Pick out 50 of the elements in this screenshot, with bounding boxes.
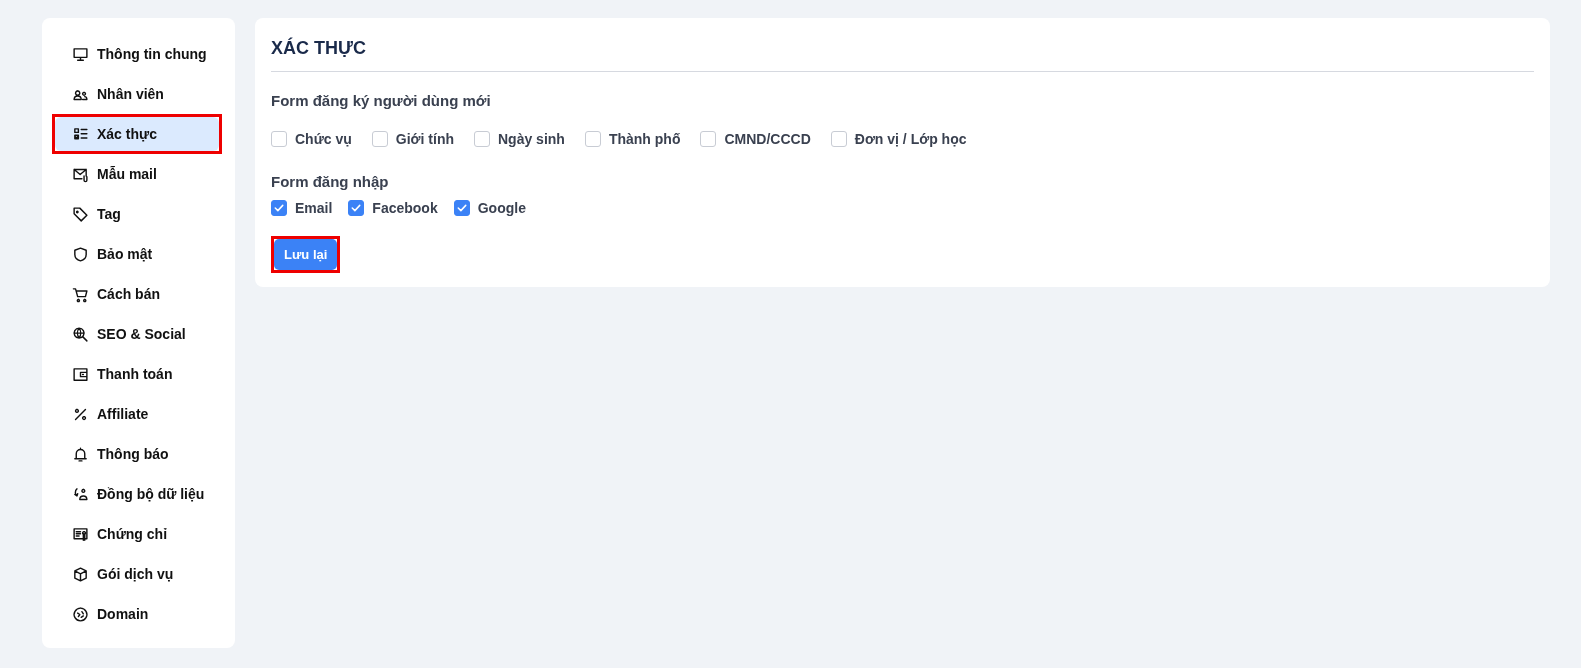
- panel-title: XÁC THỰC: [271, 38, 367, 59]
- sidebar-item[interactable]: Đồng bộ dữ liệu: [55, 477, 219, 511]
- shield-icon: [72, 245, 89, 263]
- sidebar-item[interactable]: Thanh toán: [55, 357, 219, 391]
- checkbox[interactable]: [830, 131, 847, 147]
- checkbox-label: Ngày sinh: [498, 131, 565, 147]
- save-button[interactable]: Lưu lại: [274, 239, 338, 270]
- section-heading: Form đăng nhập: [271, 173, 390, 190]
- checkmark-icon: [455, 202, 468, 214]
- monitor-icon: [72, 45, 89, 63]
- sidebar-item[interactable]: Bảo mật: [55, 237, 219, 271]
- certificate-icon: [72, 525, 89, 543]
- sync-icon: [72, 485, 89, 503]
- checkbox[interactable]: [584, 131, 601, 147]
- checkbox-label: Chức vụ: [295, 131, 352, 147]
- checkbox[interactable]: [700, 131, 717, 147]
- checkbox-label: CMND/CCCD: [724, 131, 811, 147]
- checkbox[interactable]: [453, 200, 470, 216]
- checkbox[interactable]: [348, 200, 365, 216]
- sidebar-item[interactable]: Mẫu mail: [55, 157, 219, 191]
- bell-icon: [72, 445, 89, 463]
- sidebar-item[interactable]: Thông tin chung: [55, 37, 219, 71]
- sidebar-item[interactable]: Cách bán: [55, 277, 219, 311]
- sidebar-item[interactable]: Chứng chỉ: [55, 517, 219, 551]
- checkbox-label: Đơn vị / Lớp học: [854, 131, 967, 147]
- checkmark-icon: [350, 202, 363, 214]
- sidebar-item[interactable]: SEO & Social: [55, 317, 219, 351]
- sidebar-item[interactable]: Domain: [55, 597, 219, 631]
- tag-icon: [72, 205, 89, 223]
- checkbox[interactable]: [371, 131, 388, 147]
- checkbox-label: Thành phố: [608, 131, 681, 147]
- checkbox-label: Email: [295, 200, 333, 216]
- sidebar-item[interactable]: Gói dịch vụ: [55, 557, 219, 591]
- checkbox[interactable]: [474, 131, 490, 147]
- checkbox[interactable]: [271, 131, 287, 147]
- globe-search-icon: [72, 325, 89, 343]
- checkbox-label: Facebook: [372, 200, 438, 216]
- checkbox[interactable]: [271, 200, 287, 216]
- sidebar-item[interactable]: Thông báo: [55, 437, 219, 471]
- sidebar-item[interactable]: Tag: [55, 197, 219, 231]
- cart-icon: [72, 285, 89, 303]
- section-heading: Form đăng ký người dùng mới: [271, 92, 492, 109]
- checkbox-label: Giới tính: [395, 131, 454, 147]
- box-icon: [72, 565, 89, 583]
- checkbox-label: Google: [477, 200, 526, 216]
- sidebar-item[interactable]: Nhân viên: [55, 77, 219, 111]
- wallet-icon: [72, 365, 89, 383]
- sidebar-item[interactable]: Affiliate: [55, 397, 219, 431]
- checkmark-icon: [273, 202, 285, 214]
- sidebar-item[interactable]: Xác thực: [55, 117, 219, 151]
